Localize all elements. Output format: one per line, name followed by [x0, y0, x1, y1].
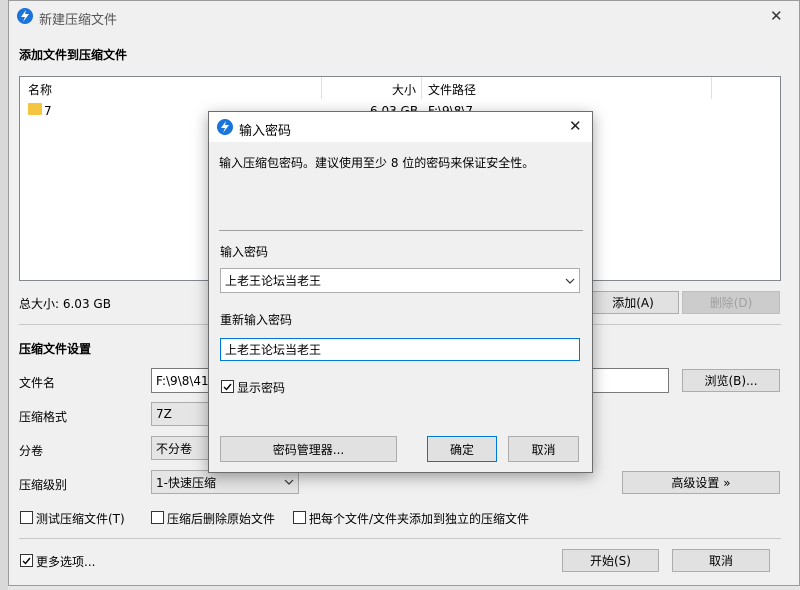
dialog-cancel-button[interactable]: 取消 [508, 436, 579, 462]
file-name: 7 [44, 104, 52, 118]
app-logo-icon [17, 8, 33, 24]
split-value: 不分卷 [156, 441, 193, 456]
level-label: 压缩级别 [19, 478, 68, 492]
dialog-title-bar: 输入密码 ✕ [209, 112, 592, 142]
folder-icon [28, 103, 42, 115]
password-value: 上老王论坛当老王 [225, 274, 322, 288]
column-header-path[interactable]: 文件路径 [428, 81, 476, 98]
browse-button[interactable]: 浏览(B)... [682, 369, 780, 392]
format-value: 7Z [156, 407, 172, 421]
level-select[interactable]: 1-快速压缩 [151, 470, 299, 494]
chevron-down-icon[interactable] [565, 278, 575, 284]
password-dialog: 输入密码 ✕ 输入压缩包密码。建议使用至少 8 位的密码来保证安全性。 输入密码… [208, 111, 593, 473]
total-size-label: 总大小: 6.03 GB [19, 297, 111, 311]
advanced-settings-button[interactable]: 高级设置 » [622, 471, 780, 494]
divider [19, 538, 781, 539]
background-window-edge [0, 0, 8, 590]
delete-after-label: 压缩后删除原始文件 [167, 512, 276, 526]
password-label: 输入密码 [220, 245, 269, 259]
password-input[interactable]: 上老王论坛当老王 [220, 268, 580, 293]
ok-button[interactable]: 确定 [427, 436, 497, 462]
settings-section-title: 压缩文件设置 [19, 342, 92, 356]
separate-archives-label: 把每个文件/文件夹添加到独立的压缩文件 [309, 512, 530, 526]
confirm-password-input[interactable]: 上老王论坛当老王 [220, 338, 580, 361]
column-divider [421, 77, 422, 99]
check-icon [223, 383, 232, 391]
window-title: 新建压缩文件 [39, 13, 118, 28]
start-button[interactable]: 开始(S) [562, 549, 659, 572]
column-header-name[interactable]: 名称 [28, 81, 52, 98]
add-button[interactable]: 添加(A) [587, 291, 679, 314]
main-cancel-button[interactable]: 取消 [672, 549, 770, 572]
column-header-size[interactable]: 大小 [392, 81, 416, 98]
app-logo-icon [217, 119, 233, 135]
confirm-password-label: 重新输入密码 [220, 313, 293, 327]
delete-button[interactable]: 删除(D) [682, 291, 780, 314]
show-password-label: 显示密码 [237, 381, 286, 395]
split-label: 分卷 [19, 444, 44, 458]
files-section-title: 添加文件到压缩文件 [19, 48, 128, 62]
column-divider [321, 77, 322, 99]
delete-after-checkbox[interactable] [151, 511, 164, 524]
test-archive-label: 测试压缩文件(T) [36, 512, 125, 526]
more-options-checkbox[interactable] [20, 554, 33, 567]
test-archive-checkbox[interactable] [20, 511, 33, 524]
format-label: 压缩格式 [19, 410, 68, 424]
dialog-description: 输入压缩包密码。建议使用至少 8 位的密码来保证安全性。 [219, 156, 535, 170]
check-icon [22, 557, 31, 565]
level-value: 1-快速压缩 [156, 475, 216, 490]
separate-archives-checkbox[interactable] [293, 511, 306, 524]
more-options-label: 更多选项... [36, 555, 96, 569]
chevron-down-icon [284, 479, 294, 485]
dialog-close-icon[interactable]: ✕ [569, 117, 582, 135]
column-divider [711, 77, 712, 99]
filename-label: 文件名 [19, 376, 56, 390]
password-manager-button[interactable]: 密码管理器... [220, 436, 397, 462]
window-close-icon[interactable]: ✕ [770, 7, 783, 25]
dialog-title: 输入密码 [239, 124, 292, 139]
divider [219, 230, 583, 231]
show-password-checkbox[interactable] [221, 380, 234, 393]
